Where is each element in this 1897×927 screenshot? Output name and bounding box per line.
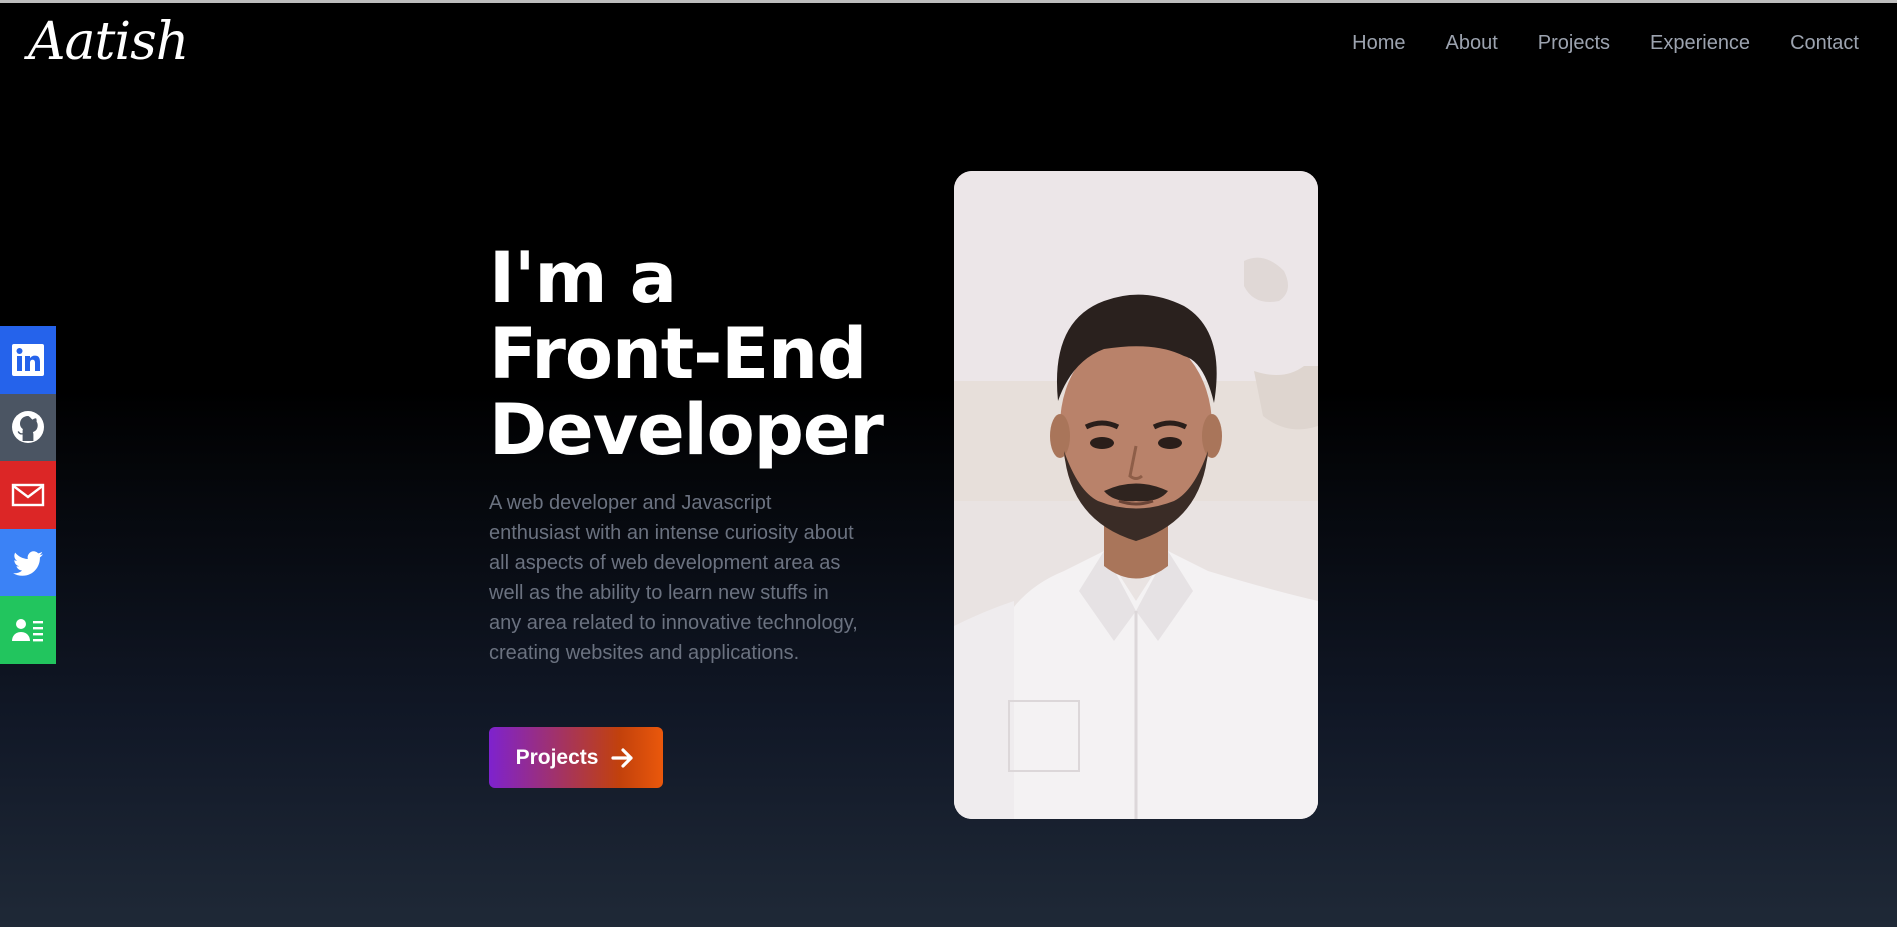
nav-experience[interactable]: Experience — [1650, 28, 1750, 58]
nav-home[interactable]: Home — [1352, 28, 1405, 58]
site-logo[interactable]: Aatish — [28, 10, 189, 74]
nav-about[interactable]: About — [1445, 28, 1497, 58]
github-link[interactable] — [0, 393, 56, 462]
twitter-icon — [13, 550, 43, 576]
resume-icon — [12, 619, 43, 642]
main-nav: Home About Projects Experience Contact — [1352, 28, 1859, 58]
projects-button-label: Projects — [515, 745, 599, 769]
twitter-link[interactable] — [0, 528, 56, 597]
nav-contact[interactable]: Contact — [1790, 28, 1859, 58]
headline-line-2: Front-End — [489, 313, 867, 395]
profile-photo-illustration — [954, 171, 1318, 819]
linkedin-link[interactable] — [0, 326, 56, 394]
headline-line-3: Developer — [489, 389, 884, 471]
hero-headline: I'm a Front-End Developer — [489, 240, 909, 468]
social-sidebar — [0, 326, 56, 664]
mail-link[interactable] — [0, 461, 56, 529]
top-border — [0, 0, 1897, 3]
nav-projects[interactable]: Projects — [1538, 28, 1610, 58]
headline-line-1: I'm a — [489, 237, 677, 319]
hero-description: A web developer and Javascript enthusias… — [489, 492, 858, 664]
projects-button[interactable]: Projects — [489, 727, 663, 788]
linkedin-icon — [12, 343, 44, 376]
profile-photo — [954, 171, 1318, 819]
resume-link[interactable] — [0, 596, 56, 664]
mail-icon — [11, 483, 45, 507]
arrow-right-icon — [611, 747, 634, 768]
github-icon — [12, 411, 44, 444]
